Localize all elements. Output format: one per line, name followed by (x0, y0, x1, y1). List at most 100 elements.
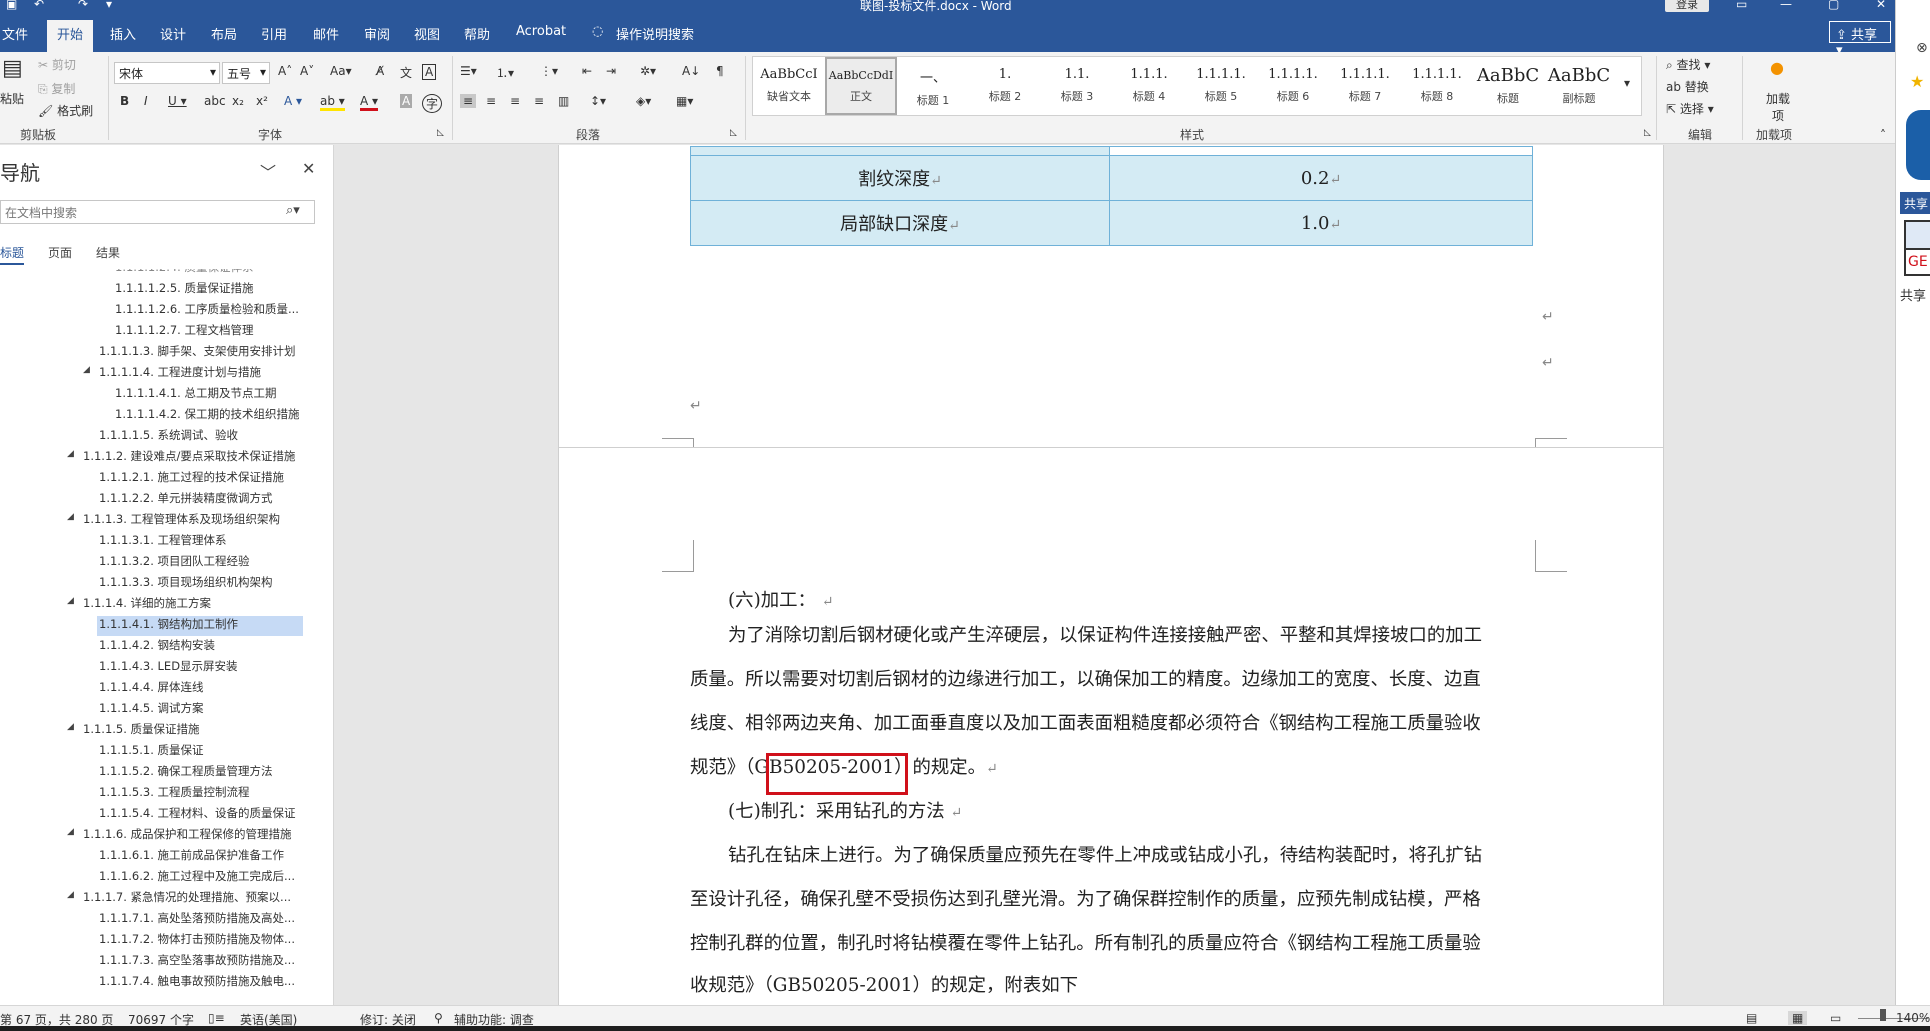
borders-icon[interactable]: ▦▾ (676, 94, 693, 108)
nav-tab-results[interactable]: 结果 (96, 244, 120, 261)
paste-button[interactable]: 粘贴 (0, 90, 24, 107)
tell-me-search[interactable]: 操作说明搜索 (616, 24, 694, 43)
nav-item[interactable]: 1.1.1.6.2. 施工过程中及施工完成后... (99, 868, 334, 888)
nav-pane-close-icon[interactable]: ✕ (302, 159, 315, 178)
style-item-selected[interactable]: AaBbCcDdI 正文 (825, 57, 897, 115)
styles-dialog-launcher-icon[interactable]: ◺ (1644, 128, 1651, 138)
strikethrough-icon[interactable]: abc (204, 94, 226, 108)
style-item[interactable]: 1.1.1.1. 标题 5 (1185, 57, 1257, 115)
web-layout-icon[interactable]: ▭ (1830, 1011, 1841, 1025)
nav-item[interactable]: 1.1.1.4.5. 调试方案 (99, 700, 334, 720)
login-button[interactable]: 登录 (1665, 0, 1709, 12)
align-center-icon[interactable]: ≡ (486, 94, 496, 108)
collapse-triangle-icon[interactable]: ◢ (67, 596, 74, 606)
tab-mailings[interactable]: 邮件 (311, 24, 341, 43)
nav-item[interactable]: 1.1.1.4.2. 钢结构安装 (99, 637, 334, 657)
style-item[interactable]: 1.1.1.1. 标题 8 (1401, 57, 1473, 115)
doc-line[interactable]: 线度、相邻两边夹角、加工面垂直度以及加工面表面粗糙度都必须符合《钢结构工程施工质… (690, 709, 1481, 735)
align-left-icon[interactable]: ≡ (460, 94, 477, 108)
focus-mode-icon[interactable]: ▤ (1746, 1011, 1757, 1025)
decrease-indent-icon[interactable]: ⇤ (582, 64, 592, 78)
table-cell-label[interactable]: 割纹深度↵ (690, 155, 1110, 201)
tab-layout[interactable]: 布局 (209, 24, 239, 43)
text-effects-icon[interactable]: A ▾ (284, 94, 302, 108)
italic-icon[interactable]: I (144, 94, 148, 108)
font-dialog-launcher-icon[interactable]: ◺ (437, 128, 444, 138)
line-spacing-icon[interactable]: ↕▾ (590, 94, 606, 108)
nav-item[interactable]: 1.1.1.2.1. 施工过程的技术保证措施 (99, 469, 334, 489)
proofing-icon[interactable]: ▯≡ (208, 1011, 225, 1025)
tab-insert[interactable]: 插入 (108, 24, 138, 43)
collapse-triangle-icon[interactable]: ◢ (83, 365, 90, 375)
cut-button[interactable]: ✂ 剪切 (38, 56, 76, 73)
collapse-triangle-icon[interactable]: ◢ (67, 890, 74, 900)
nav-item[interactable]: 1.1.1.5.1. 质量保证 (99, 742, 334, 762)
nav-item[interactable]: 1.1.1.1.2.7. 工程文档管理 (115, 322, 334, 342)
style-item[interactable]: 1.1. 标题 3 (1041, 57, 1113, 115)
format-painter-button[interactable]: 🖌 格式刷 (38, 102, 93, 119)
change-case-icon[interactable]: Aa▾ (330, 64, 352, 78)
numbering-icon[interactable]: ⒈▾ (496, 64, 514, 81)
tab-view[interactable]: 视图 (412, 24, 442, 43)
nav-item[interactable]: 1.1.1.4.3. LED显示屏安装 (99, 658, 334, 678)
pin-icon[interactable]: ⊗ (1916, 40, 1928, 56)
subscript-icon[interactable]: x₂ (232, 94, 244, 108)
nav-item[interactable]: 1.1.1.1.2.5. 质量保证措施 (115, 280, 334, 300)
superscript-icon[interactable]: x² (256, 94, 268, 108)
replace-button[interactable]: ab 替换 (1666, 78, 1709, 95)
enclose-characters-icon[interactable]: 字 (422, 94, 443, 113)
collapse-ribbon-icon[interactable]: ˄ (1880, 128, 1886, 142)
table-cell-value[interactable]: 1.0↵ (1109, 200, 1533, 246)
increase-indent-icon[interactable]: ⇥ (606, 64, 616, 78)
nav-item[interactable]: 1.1.1.1.2.6. 工序质量检验和质量... (115, 301, 334, 321)
nav-item[interactable]: 1.1.1.1.4.2. 保工期的技术组织措施 (115, 406, 334, 426)
doc-line[interactable]: 为了消除切割后钢材硬化或产生淬硬层，以保证构件连接接触严密、平整和其焊接坡口的加… (728, 621, 1482, 647)
doc-line[interactable]: 钻孔在钻床上进行。为了确保质量应预先在零件上冲成或钻成小孔，待结构装配时，将孔扩… (728, 841, 1482, 867)
nav-item[interactable]: 1.1.1.7.1. 高处坠落预防措施及高处... (99, 910, 334, 930)
nav-item[interactable]: 1.1.1.5.4. 工程材料、设备的质量保证 (99, 805, 334, 825)
nav-item[interactable]: 1.1.1.6.1. 施工前成品保护准备工作 (99, 847, 334, 867)
nav-item[interactable]: ◢ 1.1.1.7. 紧急情况的处理措施、预案以... (67, 889, 334, 909)
collapse-triangle-icon[interactable]: ◢ (67, 722, 74, 732)
shading-icon[interactable]: ◈▾ (636, 94, 651, 108)
nav-item[interactable]: 1.1.1.3.2. 项目团队工程经验 (99, 553, 334, 573)
nav-item[interactable]: 1.1.1.1.5. 系统调试、验收 (99, 427, 334, 447)
nav-search-input[interactable]: 在文档中搜索 (0, 200, 315, 224)
collapse-triangle-icon[interactable]: ◢ (67, 449, 74, 459)
style-item[interactable]: AaBbCcI 缺省文本 (753, 57, 825, 115)
doc-heading[interactable]: (七)制孔：采用钻孔的方法 ↵ (728, 797, 962, 823)
tab-file[interactable]: 文件 (0, 24, 30, 43)
nav-item[interactable]: 1.1.1.5.3. 工程质量控制流程 (99, 784, 334, 804)
save-icon[interactable]: ▣ (6, 0, 17, 11)
style-item[interactable]: AaBbC 副标题 (1543, 57, 1615, 115)
nav-item[interactable]: ◢ 1.1.1.1.4. 工程进度计划与措施 (83, 364, 334, 384)
nav-item[interactable]: ◢ 1.1.1.4. 详细的施工方案 (67, 595, 334, 615)
character-border-icon[interactable]: A (422, 64, 437, 80)
style-item[interactable]: AaBbC 标题 (1473, 57, 1543, 115)
maximize-icon[interactable]: ▢ (1828, 0, 1839, 11)
doc-line[interactable]: 收规范》（GB50205-2001）的规定，附表如下 (690, 971, 1078, 997)
redo-icon[interactable]: ↷ (78, 0, 88, 11)
collapse-triangle-icon[interactable]: ◢ (67, 827, 74, 837)
nav-item[interactable]: 1.1.1.3.3. 项目现场组织机构架构 (99, 574, 334, 594)
minimize-icon[interactable]: — (1780, 0, 1792, 11)
tab-references[interactable]: 引用 (259, 24, 289, 43)
nav-item[interactable]: 1.1.1.5.2. 确保工程质量管理方法 (99, 763, 334, 783)
style-item[interactable]: 1. 标题 2 (969, 57, 1041, 115)
table-cell-value[interactable]: 0.2↵ (1109, 155, 1533, 201)
addins-button[interactable]: 加载项 (1764, 90, 1792, 124)
sort-icon[interactable]: A↓ (682, 64, 700, 78)
align-right-icon[interactable]: ≡ (510, 94, 520, 108)
nav-item[interactable]: 1.1.1.7.3. 高空坠落事故预防措施及... (99, 952, 334, 972)
bullets-icon[interactable]: ☰▾ (460, 64, 477, 78)
star-icon[interactable]: ★ (1910, 72, 1924, 91)
doc-line[interactable]: 至设计孔径，确保孔壁不受损伤达到孔壁光滑。为了确保群控制作的质量，应预先制成钻模… (690, 885, 1481, 911)
font-color-icon[interactable]: A ▾ (360, 94, 379, 111)
tab-review[interactable]: 审阅 (362, 24, 392, 43)
font-name-dropdown[interactable]: 宋体 ▾ (114, 62, 220, 84)
underline-icon[interactable]: U ▾ (168, 94, 187, 108)
doc-line[interactable]: 质量。所以需要对切割后钢材的边缘进行加工，以确保加工的精度。边缘加工的宽度、长度… (690, 665, 1481, 691)
distributed-icon[interactable]: ▥ (558, 94, 569, 108)
accessibility-icon[interactable]: ⚲ (434, 1011, 443, 1025)
clear-formatting-icon[interactable]: A̸ (376, 64, 384, 78)
